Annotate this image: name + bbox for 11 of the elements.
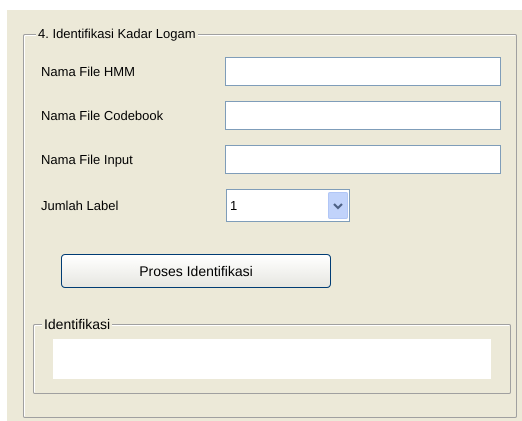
group-title: Identifikasi [42, 316, 112, 332]
input-field[interactable] [225, 57, 501, 86]
group-title: 4. Identifikasi Kadar Logam [36, 26, 198, 42]
field-label: Nama File HMM [41, 62, 136, 81]
process-button[interactable]: Proses Identifikasi [61, 254, 331, 288]
field-label: Jumlah Label [41, 196, 120, 215]
field-label: Nama File Input [41, 150, 134, 169]
field-label: Nama File Codebook [41, 106, 164, 125]
dropdown[interactable]: 1 [226, 189, 350, 222]
input-field[interactable] [225, 145, 501, 174]
input-field[interactable] [225, 101, 501, 130]
